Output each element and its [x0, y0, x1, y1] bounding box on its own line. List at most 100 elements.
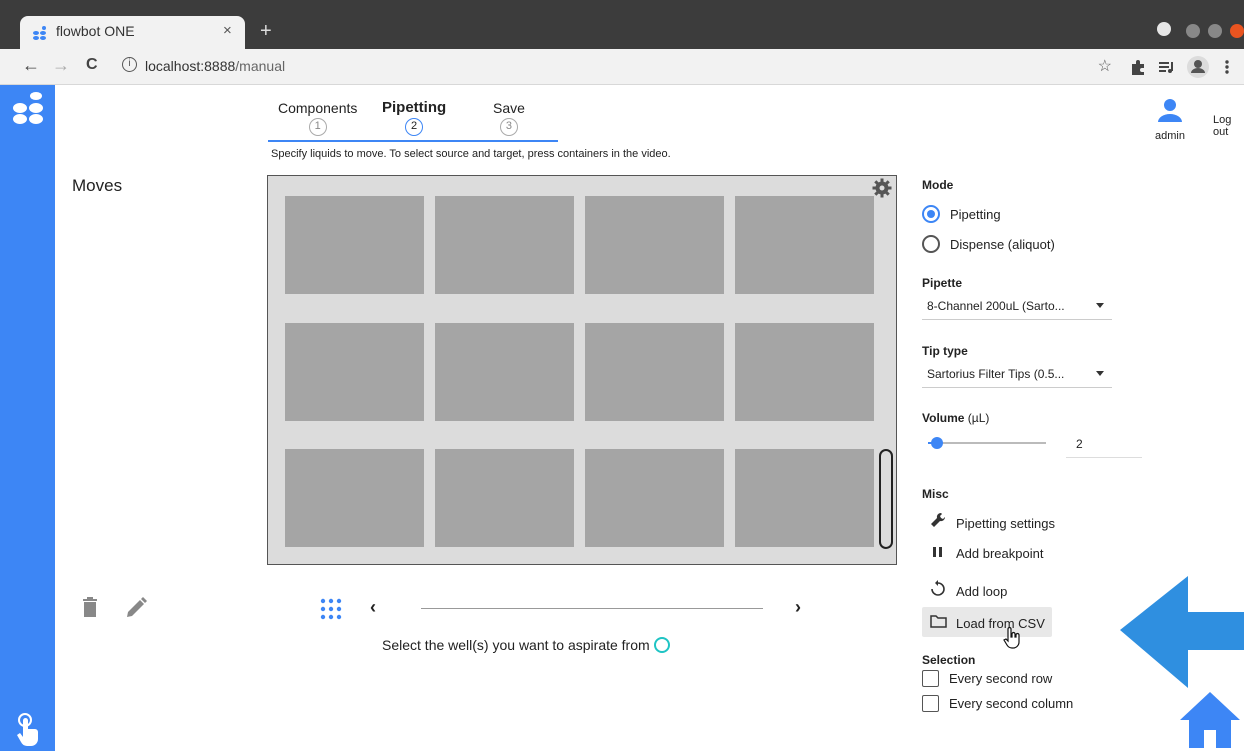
every-second-row-checkbox[interactable]: Every second row — [922, 670, 1052, 687]
reload-icon[interactable]: C — [86, 56, 98, 74]
mode-option-label: Pipetting — [950, 207, 1001, 222]
misc-heading: Misc — [922, 487, 949, 501]
every-second-column-checkbox[interactable]: Every second column — [922, 695, 1073, 712]
mode-option-pipetting[interactable]: Pipetting — [922, 205, 1001, 223]
misc-label: Pipetting settings — [956, 516, 1056, 531]
loop-arrow-icon — [928, 580, 948, 599]
mode-heading: Mode — [922, 178, 954, 192]
close-window-icon[interactable] — [1230, 24, 1244, 38]
forward-icon[interactable]: → — [52, 55, 70, 76]
container-cell[interactable] — [585, 323, 724, 421]
volume-heading: Volume (µL) — [922, 411, 989, 425]
checkbox-label: Every second column — [949, 696, 1074, 711]
hand-pointer-cursor-icon — [1003, 627, 1020, 649]
media-queue-icon[interactable] — [1158, 59, 1176, 75]
tab-title: flowbot ONE — [56, 23, 135, 39]
browser-tab[interactable]: flowbot ONE × — [20, 16, 245, 49]
maximize-icon[interactable] — [1208, 24, 1222, 38]
carousel-track — [421, 608, 763, 609]
chrome-indicator-icon — [1157, 22, 1171, 36]
tip-type-heading: Tip type — [922, 344, 968, 358]
flowbot-favicon-icon — [33, 26, 46, 40]
gear-icon[interactable] — [872, 178, 892, 198]
step-components[interactable]: Components 1 — [278, 100, 357, 136]
selection-heading: Selection — [922, 653, 976, 667]
step-number: 1 — [308, 118, 327, 136]
user-icon — [1157, 99, 1182, 122]
extensions-puzzle-icon[interactable] — [1130, 59, 1146, 75]
new-tab-button[interactable]: + — [260, 20, 272, 43]
misc-label: Load from CSV — [956, 616, 1045, 631]
select-wells-text: Select the well(s) you want to aspirate … — [382, 637, 650, 653]
chrome-menu-icon[interactable] — [1224, 59, 1230, 75]
container-cell[interactable] — [435, 323, 574, 421]
logout-link[interactable]: Log out — [1213, 114, 1244, 138]
video-scrollbar-thumb[interactable] — [879, 449, 893, 549]
volume-input[interactable]: 2 — [1066, 431, 1142, 458]
profile-icon[interactable] — [1186, 55, 1210, 79]
mode-option-label: Dispense (aliquot) — [950, 237, 1055, 252]
select-wells-message: Select the well(s) you want to aspirate … — [382, 637, 670, 653]
load-from-csv-button[interactable]: Load from CSV — [922, 607, 1052, 637]
container-cell[interactable] — [285, 449, 424, 547]
pipette-select-value: 8-Channel 200uL (Sarto... — [927, 299, 1065, 313]
container-cell[interactable] — [435, 449, 574, 547]
misc-label: Add loop — [956, 584, 1008, 599]
step-label: Pipetting — [382, 99, 447, 116]
radio-checked-icon[interactable] — [922, 205, 940, 223]
pipetting-settings-button[interactable]: Pipetting settings — [922, 505, 1055, 535]
delete-trash-icon[interactable] — [82, 597, 98, 617]
volume-unit: (µL) — [967, 411, 990, 425]
container-cell[interactable] — [735, 449, 874, 547]
source-well-ring-icon — [653, 637, 670, 653]
step-pipetting[interactable]: Pipetting 2 — [382, 99, 446, 136]
user-account[interactable]: admin — [1155, 98, 1185, 142]
moves-heading: Moves — [72, 176, 123, 195]
pipette-heading: Pipette — [922, 276, 963, 290]
url-field[interactable]: i localhost:8888/manual ☆ — [112, 54, 1122, 80]
minimize-icon[interactable] — [1186, 24, 1200, 38]
prev-chevron-icon[interactable]: ‹ — [370, 597, 376, 618]
close-tab-icon[interactable]: × — [223, 22, 232, 39]
folder-icon — [928, 614, 948, 631]
video-panel[interactable] — [267, 175, 897, 565]
step-label: Save — [493, 100, 525, 116]
dropdown-caret-icon — [1096, 371, 1104, 376]
touch-mode-icon[interactable] — [14, 713, 40, 747]
pipette-select[interactable]: 8-Channel 200uL (Sarto... — [922, 294, 1112, 320]
site-info-icon[interactable]: i — [122, 57, 137, 72]
volume-slider-thumb[interactable] — [931, 437, 944, 449]
add-breakpoint-button[interactable]: Add breakpoint — [922, 539, 1043, 569]
address-bar: ← → C i localhost:8888/manual ☆ — [0, 49, 1244, 85]
container-cell[interactable] — [285, 196, 424, 294]
container-cell[interactable] — [585, 449, 724, 547]
volume-label: Volume — [922, 411, 965, 425]
wrench-icon — [928, 512, 948, 531]
tip-type-select[interactable]: Sartorius Filter Tips (0.5... — [922, 362, 1112, 388]
container-cell[interactable] — [735, 196, 874, 294]
volume-slider-track[interactable] — [928, 442, 1046, 444]
flowbot-logo-icon[interactable] — [12, 89, 44, 127]
add-loop-button[interactable]: Add loop — [922, 573, 1007, 603]
home-icon[interactable] — [1180, 692, 1240, 748]
step-number: 2 — [405, 118, 424, 136]
edit-pencil-icon[interactable] — [125, 597, 147, 619]
container-cell[interactable] — [435, 196, 574, 294]
container-cell[interactable] — [735, 323, 874, 421]
misc-label: Add breakpoint — [956, 546, 1044, 561]
mode-option-dispense[interactable]: Dispense (aliquot) — [922, 235, 1055, 253]
container-cell[interactable] — [285, 323, 424, 421]
next-chevron-icon[interactable]: › — [795, 597, 801, 618]
browser-tab-bar: flowbot ONE × + — [0, 0, 1244, 49]
radio-unchecked-icon[interactable] — [922, 235, 940, 253]
step-save[interactable]: Save 3 — [493, 100, 525, 136]
checkbox-icon[interactable] — [922, 670, 939, 687]
back-icon[interactable]: ← — [22, 55, 40, 76]
checkbox-icon[interactable] — [922, 695, 939, 712]
dropdown-caret-icon — [1096, 303, 1104, 308]
container-cell[interactable] — [585, 196, 724, 294]
grid-apps-icon[interactable] — [320, 598, 342, 620]
bookmark-star-icon[interactable]: ☆ — [1098, 56, 1112, 76]
url-path: /manual — [235, 58, 286, 74]
instruction-text: Specify liquids to move. To select sourc… — [271, 148, 671, 160]
